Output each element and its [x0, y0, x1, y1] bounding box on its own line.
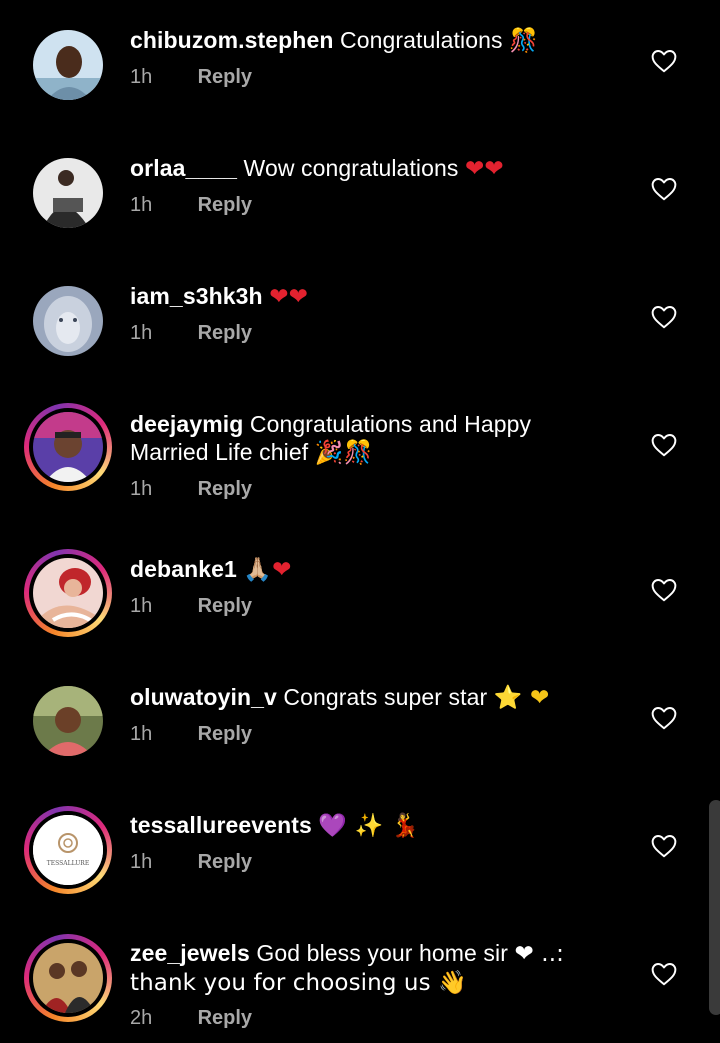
red-heart-icon: ❤❤: [269, 284, 308, 310]
comment-text: debanke1 🙏🏼❤: [130, 555, 600, 584]
red-heart-icon: ❤❤: [465, 156, 504, 182]
comment-meta: 1h Reply: [130, 322, 252, 345]
comment-meta: 1h Reply: [130, 478, 252, 501]
comment-time: 2h: [130, 1007, 153, 1029]
heart-like-icon[interactable]: [651, 177, 677, 201]
avatar[interactable]: TESSALLURE: [24, 806, 112, 894]
comment-username[interactable]: orlaa____: [130, 155, 237, 181]
comment-time: 1h: [130, 723, 153, 745]
avatar[interactable]: [24, 934, 112, 1022]
confetti-ball-icon: 🎊: [509, 28, 538, 54]
comment-username[interactable]: chibuzom.stephen: [130, 27, 334, 53]
comment-time: 1h: [130, 851, 153, 873]
heart-like-icon[interactable]: [651, 49, 677, 73]
reply-button[interactable]: Reply: [198, 723, 252, 745]
scrollbar-thumb[interactable]: [709, 800, 720, 1015]
comment-meta: 1h Reply: [130, 595, 252, 618]
comment-username[interactable]: debanke1: [130, 556, 237, 582]
comment-text: zee_jewels God bless your home sir ❤ ..:…: [130, 939, 600, 997]
comment-time: 1h: [130, 322, 153, 344]
avatar[interactable]: [24, 549, 112, 637]
comment-time: 1h: [130, 194, 153, 216]
comment-text: orlaa____ Wow congratulations ❤❤: [130, 154, 600, 183]
comment-body: Wow congratulations: [243, 155, 459, 181]
comment-time: 1h: [130, 478, 153, 500]
avatar[interactable]: [33, 286, 103, 356]
avatar[interactable]: [24, 403, 112, 491]
heart-like-icon[interactable]: [651, 433, 677, 457]
heart-like-icon[interactable]: [651, 834, 677, 858]
comment-body: Congrats super star: [283, 684, 488, 710]
comment-time: 1h: [130, 66, 153, 88]
comment-text: tessallureevents 💜 ✨ 💃: [130, 811, 600, 840]
reply-button[interactable]: Reply: [198, 478, 252, 500]
reply-button[interactable]: Reply: [198, 322, 252, 344]
comment-username[interactable]: oluwatoyin_v: [130, 684, 277, 710]
reply-button[interactable]: Reply: [198, 595, 252, 617]
comment-text: oluwatoyin_v Congrats super star ⭐ ❤: [130, 683, 600, 712]
reply-button[interactable]: Reply: [198, 194, 252, 216]
comment-username[interactable]: deejaymig: [130, 411, 243, 437]
comment-time: 1h: [130, 595, 153, 617]
heart-like-icon[interactable]: [651, 962, 677, 986]
comment-username[interactable]: tessallureevents: [130, 812, 312, 838]
avatar[interactable]: [33, 686, 103, 756]
comment-username[interactable]: iam_s3hk3h: [130, 283, 263, 309]
reply-button[interactable]: Reply: [198, 851, 252, 873]
comment-text: iam_s3hk3h ❤❤: [130, 282, 600, 311]
purple-heart-icon: 💜 ✨ 💃: [318, 813, 420, 839]
reply-button[interactable]: Reply: [198, 66, 252, 88]
heart-like-icon[interactable]: [651, 305, 677, 329]
comment-meta: 1h Reply: [130, 723, 252, 746]
comment-body: God bless your home sir: [256, 940, 508, 966]
heart-like-icon[interactable]: [651, 706, 677, 730]
folded-hands-icon: 🙏🏼❤: [243, 557, 292, 583]
comment-username[interactable]: zee_jewels: [130, 940, 250, 966]
party-popper-icon: 🎉🎊: [314, 440, 373, 466]
comment-text: deejaymig Congratulations and Happy Marr…: [130, 410, 600, 467]
comment-body: Congratulations: [340, 27, 503, 53]
avatar[interactable]: [33, 30, 103, 100]
comment-meta: 1h Reply: [130, 194, 252, 217]
comment-meta: 1h Reply: [130, 851, 252, 874]
comment-meta: 1h Reply: [130, 66, 252, 89]
svg-text:TESSALLURE: TESSALLURE: [47, 860, 89, 867]
comment-meta: 2h Reply: [130, 1007, 252, 1030]
star-icon: ⭐ ❤: [493, 685, 550, 711]
reply-button[interactable]: Reply: [198, 1007, 252, 1029]
comment-text: chibuzom.stephen Congratulations 🎊: [130, 26, 600, 55]
avatar[interactable]: [33, 158, 103, 228]
heart-like-icon[interactable]: [651, 578, 677, 602]
